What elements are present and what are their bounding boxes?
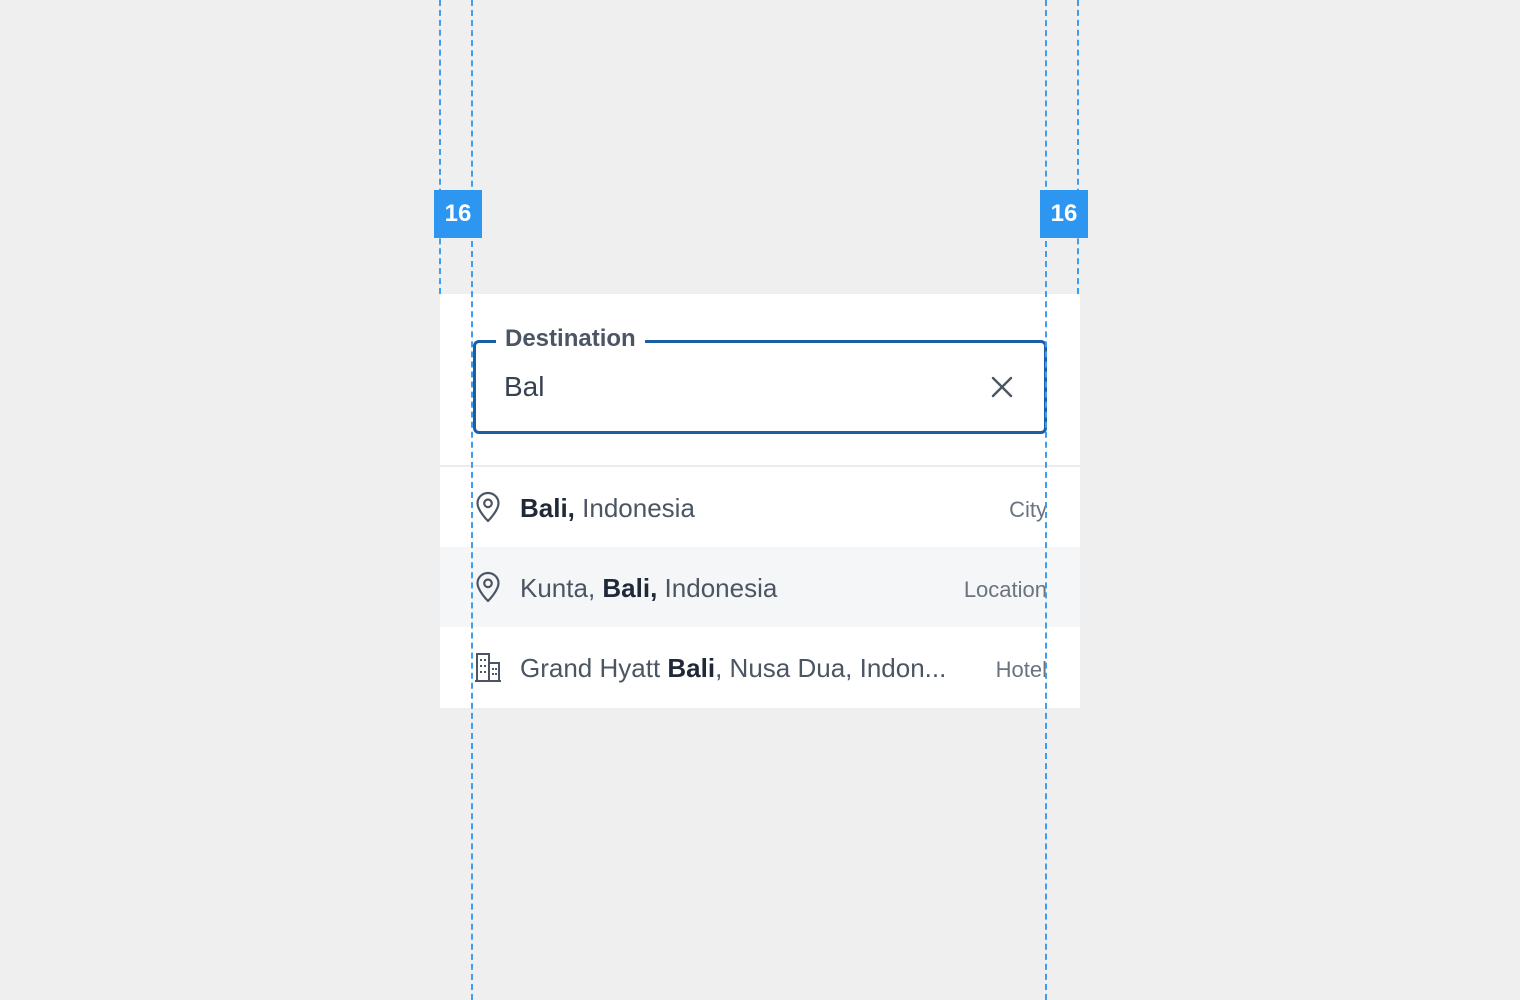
suggestion-item[interactable]: Bali, Indonesia City: [440, 467, 1080, 547]
suggestion-item[interactable]: Grand Hyatt Bali, Nusa Dua, Indon... Hote…: [440, 627, 1080, 707]
suggestion-prefix: Grand Hyatt: [520, 653, 668, 683]
close-icon: [991, 376, 1013, 398]
suggestion-match: Bali,: [602, 573, 658, 603]
spacing-guide-right-inner: [1045, 0, 1047, 1000]
suggestion-label: Kunta, Bali, Indonesia: [520, 573, 960, 603]
clear-button[interactable]: [988, 373, 1016, 401]
destination-search-panel: Destination Bali, Indonesia City Kunta, Ba…: [440, 294, 1080, 708]
suggestion-type: City: [1009, 497, 1047, 522]
destination-input[interactable]: [504, 365, 964, 409]
suggestion-prefix: Kunta,: [520, 573, 603, 603]
destination-label: Destination: [496, 324, 645, 354]
spacing-guide-right-outer: [1077, 0, 1079, 294]
suggestion-label: Grand Hyatt Bali, Nusa Dua, Indon...: [520, 653, 960, 683]
location-pin-icon: [474, 571, 502, 603]
destination-field-area: Destination: [440, 294, 1080, 467]
suggestion-match: Bali,: [520, 493, 575, 523]
suggestion-match: Bali: [667, 653, 716, 683]
destination-field[interactable]: [473, 340, 1047, 434]
location-pin-icon: [474, 491, 502, 523]
suggestion-label: Bali, Indonesia: [520, 493, 960, 523]
suggestion-item[interactable]: Kunta, Bali, Indonesia Location: [440, 547, 1080, 627]
suggestion-type: Location: [963, 577, 1047, 602]
spacing-guide-left-outer: [439, 0, 441, 294]
suggestion-suffix: , Nusa Dua, Indon...: [715, 653, 947, 683]
spacing-guide-left-inner: [471, 0, 473, 1000]
suggestion-suffix: Indonesia: [657, 573, 778, 603]
building-icon: [474, 651, 502, 683]
spacing-badge-right: 16: [1040, 190, 1088, 238]
spacing-badge-left: 16: [434, 190, 482, 238]
suggestion-suffix: Indonesia: [574, 493, 695, 523]
suggestion-type: Hotel: [995, 657, 1047, 682]
suggestions-list: Bali, Indonesia City Kunta, Bali, Indonesi…: [440, 467, 1080, 707]
